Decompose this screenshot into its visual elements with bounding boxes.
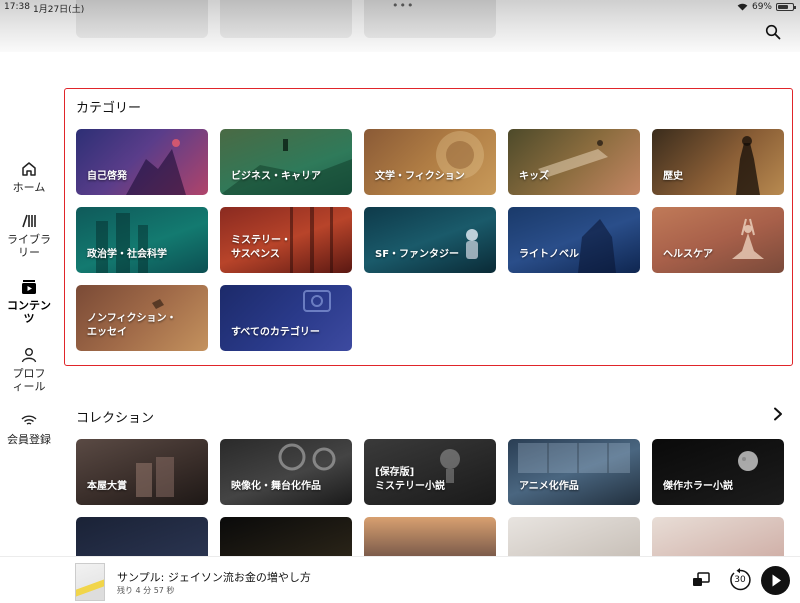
tile-artwork bbox=[736, 136, 760, 195]
chevron-right-icon[interactable] bbox=[772, 407, 784, 421]
tile-artwork bbox=[96, 213, 148, 273]
tile-artwork bbox=[303, 290, 331, 312]
play-button[interactable] bbox=[761, 566, 790, 595]
device-output-icon[interactable] bbox=[692, 572, 710, 588]
multitask-dots-icon[interactable]: ••• bbox=[392, 0, 414, 12]
category-tile-label: ノンフィクション・ エッセイ bbox=[87, 313, 177, 338]
collection-tile-partial[interactable] bbox=[652, 517, 784, 557]
category-tile-self-help[interactable]: 自己啓発 bbox=[76, 129, 208, 195]
skip-back-button[interactable]: 30 bbox=[727, 567, 753, 593]
tile-artwork bbox=[436, 131, 484, 179]
collection-tile-label: 傑作ホラー小説 bbox=[663, 481, 733, 492]
collection-tile-mystery-novels[interactable]: [保存版] ミステリー小説 bbox=[364, 439, 496, 505]
sidebar-item-label: ライブラリー bbox=[7, 233, 51, 259]
category-tile-label: SF・ファンタジー bbox=[375, 249, 460, 260]
player-title: サンプル: ジェイソン流お金の増やし方 bbox=[117, 571, 311, 584]
category-tile-label: 政治学・社会科学 bbox=[87, 249, 167, 260]
category-tile-healthcare[interactable]: ヘルスケア bbox=[652, 207, 784, 273]
collection-tile-label: [保存版] ミステリー小説 bbox=[375, 467, 445, 492]
collection-tile-partial[interactable] bbox=[220, 517, 352, 557]
category-tile-sf-fantasy[interactable]: SF・ファンタジー bbox=[364, 207, 496, 273]
sidebar-item-library[interactable]: ライブラリー bbox=[0, 212, 58, 259]
status-bar: 17:38 1月27日(土) ••• 69% bbox=[0, 0, 800, 15]
wifi-icon bbox=[737, 3, 748, 11]
sidebar-item-label: プロフィール bbox=[12, 367, 46, 393]
status-time: 17:38 bbox=[4, 2, 30, 12]
tile-artwork bbox=[136, 457, 174, 497]
collection-tile-partial[interactable] bbox=[364, 517, 496, 557]
tile-artwork bbox=[466, 229, 478, 259]
category-tile-kids[interactable]: キッズ bbox=[508, 129, 640, 195]
collection-section-title: コレクション bbox=[76, 411, 155, 426]
category-tile-label: キッズ bbox=[519, 171, 549, 182]
tile-artwork bbox=[126, 139, 186, 195]
sidebar-item-membership[interactable]: 会員登録 bbox=[0, 412, 58, 446]
book-cover-thumbnail[interactable] bbox=[75, 563, 105, 601]
collection-tile-label: 本屋大賞 bbox=[87, 481, 127, 492]
tile-artwork bbox=[220, 139, 352, 195]
search-icon[interactable] bbox=[765, 24, 781, 40]
category-section-title: カテゴリー bbox=[76, 101, 142, 116]
contents-icon bbox=[22, 280, 36, 294]
battery-icon bbox=[776, 3, 796, 11]
tile-artwork bbox=[278, 443, 336, 471]
category-tile-label: ライトノベル bbox=[519, 249, 579, 260]
collection-tile-bookstore-award[interactable]: 本屋大賞 bbox=[76, 439, 208, 505]
tile-artwork bbox=[732, 218, 764, 259]
category-tile-nonfiction-essay[interactable]: ノンフィクション・ エッセイ bbox=[76, 285, 208, 351]
category-tile-mystery-suspense[interactable]: ミステリー・ サスペンス bbox=[220, 207, 352, 273]
category-tile-label: ヘルスケア bbox=[663, 249, 713, 260]
category-tile-label: 文学・フィクション bbox=[375, 171, 465, 182]
status-date: 1月27日(土) bbox=[33, 5, 85, 15]
player-remaining-time: 残り 4 分 57 秒 bbox=[117, 586, 175, 595]
membership-icon bbox=[21, 415, 37, 425]
sidebar-item-label: 会員登録 bbox=[7, 433, 51, 446]
category-tile-label: 歴史 bbox=[663, 171, 683, 182]
app-screen: 17:38 1月27日(土) ••• 69% ホーム ライブラリー コンテンツ … bbox=[0, 0, 800, 603]
play-icon bbox=[772, 574, 781, 587]
category-tile-politics-social-science[interactable]: 政治学・社会科学 bbox=[76, 207, 208, 273]
collection-tile-partial[interactable] bbox=[508, 517, 640, 557]
sidebar-item-contents[interactable]: コンテンツ bbox=[0, 278, 58, 325]
collection-tile-anime-adaptation[interactable]: アニメ化作品 bbox=[508, 439, 640, 505]
tile-artwork bbox=[538, 140, 608, 177]
sidebar-item-profile[interactable]: プロフィール bbox=[0, 346, 58, 393]
collection-tile-horror-novels[interactable]: 傑作ホラー小説 bbox=[652, 439, 784, 505]
category-tile-light-novel[interactable]: ライトノベル bbox=[508, 207, 640, 273]
sidebar-item-home[interactable]: ホーム bbox=[0, 160, 58, 194]
sidebar-item-label: ホーム bbox=[12, 181, 46, 194]
category-tile-label: ミステリー・ サスペンス bbox=[231, 235, 291, 260]
collection-tile-partial[interactable] bbox=[76, 517, 208, 557]
category-tile-label: ビジネス・キャリア bbox=[231, 171, 321, 182]
skip-back-seconds: 30 bbox=[734, 575, 746, 585]
battery-percent: 69% bbox=[751, 2, 772, 12]
mini-player[interactable]: サンプル: ジェイソン流お金の増やし方 残り 4 分 57 秒 30 bbox=[0, 556, 800, 603]
collection-tile-film-stage-adaptation[interactable]: 映像化・舞台化作品 bbox=[220, 439, 352, 505]
category-tile-all-categories[interactable]: すべてのカテゴリー bbox=[220, 285, 352, 351]
status-right: 69% bbox=[737, 2, 796, 12]
collection-tile-label: アニメ化作品 bbox=[519, 481, 579, 492]
tile-artwork bbox=[578, 219, 616, 273]
library-icon bbox=[22, 214, 36, 228]
category-tile-label: 自己啓発 bbox=[87, 171, 127, 182]
category-tile-business-career[interactable]: ビジネス・キャリア bbox=[220, 129, 352, 195]
category-tile-history[interactable]: 歴史 bbox=[652, 129, 784, 195]
sidebar-item-label: コンテンツ bbox=[7, 299, 51, 325]
category-tile-label: すべてのカテゴリー bbox=[231, 327, 320, 338]
collection-tile-label: 映像化・舞台化作品 bbox=[231, 481, 321, 492]
home-icon bbox=[22, 162, 36, 176]
profile-icon bbox=[21, 348, 37, 363]
tile-artwork bbox=[518, 443, 630, 473]
category-tile-literature-fiction[interactable]: 文学・フィクション bbox=[364, 129, 496, 195]
tile-artwork bbox=[738, 451, 758, 471]
